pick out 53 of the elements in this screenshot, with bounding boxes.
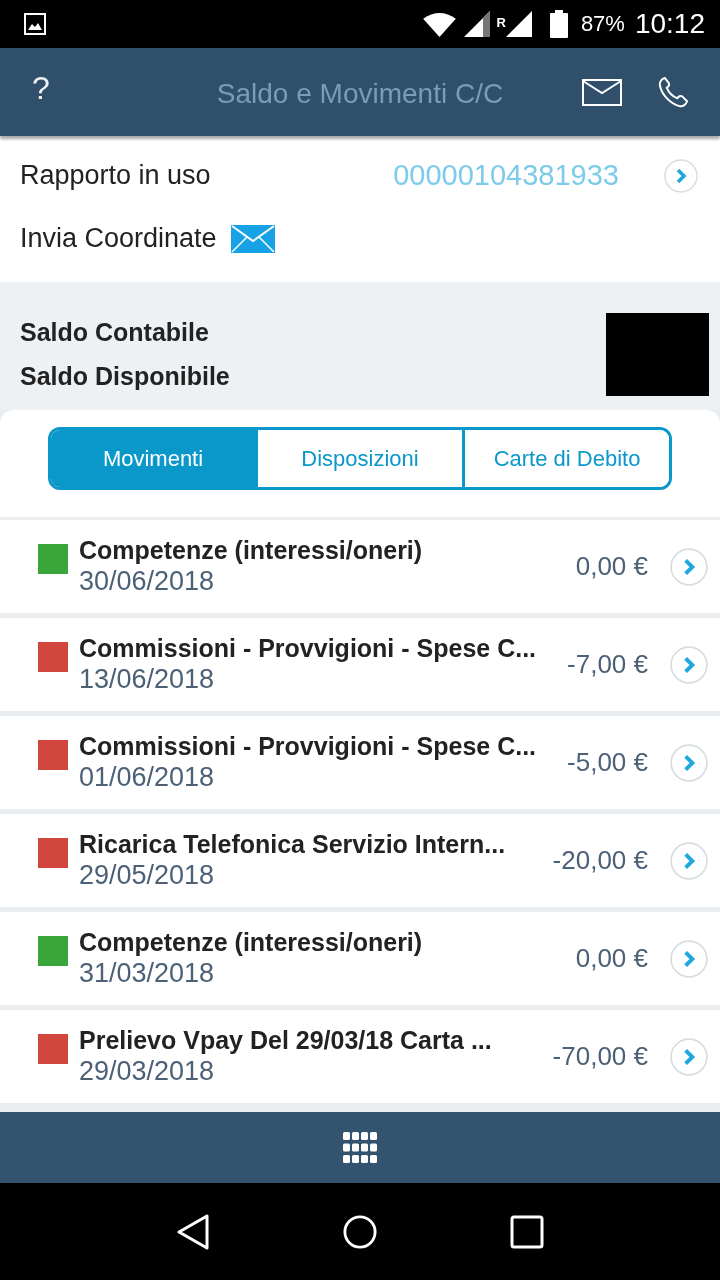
balance-label: Saldo Disponibile	[20, 361, 230, 392]
transaction-description: Ricarica Telefonica Servizio Intern...	[79, 829, 506, 859]
wifi-icon	[423, 11, 457, 37]
chevron-right-icon[interactable]	[670, 645, 708, 684]
screen-title: Saldo e Movimenti C/C	[216, 78, 504, 110]
transaction-amount: -5,00 €	[566, 747, 648, 778]
battery-percent: 87%	[580, 11, 625, 37]
send-details-label[interactable]: Invia Coordinate	[20, 223, 217, 254]
clock: 10:12	[634, 8, 705, 40]
account-number: 00000104381933	[393, 159, 619, 192]
chevron-right-icon[interactable]	[670, 743, 708, 782]
transaction-description: Prelievo Vpay Del 29/03/18 Carta ...	[79, 1025, 492, 1055]
transaction-amount: -20,00 €	[551, 845, 648, 876]
transaction-date: 29/05/2018	[79, 859, 216, 892]
help-button[interactable]: ?	[28, 72, 54, 104]
transaction-amount: 0,00 €	[574, 943, 648, 974]
chevron-right-icon[interactable]	[670, 1037, 708, 1076]
transaction-row[interactable]: Commissioni - Provvigioni - Spese C... 13/06/2018 -7,00 €	[0, 618, 720, 711]
transaction-row[interactable]: Commissioni - Provvigioni - Spese C... 01/06/2018 -5,00 €	[0, 716, 720, 809]
chevron-right-icon[interactable]	[670, 547, 708, 586]
transaction-date: 29/03/2018	[79, 1055, 216, 1088]
transaction-description: Commissioni - Provvigioni - Spese C...	[79, 633, 537, 663]
signal-icon	[505, 11, 532, 37]
chevron-right-icon[interactable]	[670, 939, 708, 978]
transaction-description: Competenze (interessi/oneri)	[79, 535, 423, 565]
transaction-amount: -7,00 €	[566, 649, 648, 680]
chevron-right-icon[interactable]	[664, 158, 698, 193]
nav-home-icon[interactable]	[343, 1213, 377, 1250]
transaction-row[interactable]: Prelievo Vpay Del 29/03/18 Carta ... 29/03/2018 -70,00 €	[0, 1010, 720, 1103]
mail-icon[interactable]	[582, 78, 622, 106]
battery-icon	[549, 10, 568, 38]
phone-icon[interactable]	[657, 75, 690, 109]
nav-back-icon[interactable]	[176, 1213, 211, 1250]
transaction-date: 31/03/2018	[79, 957, 216, 990]
nav-recents-icon[interactable]	[509, 1213, 544, 1250]
transaction-date: 13/06/2018	[79, 663, 216, 696]
account-label: Rapporto in uso	[20, 160, 211, 191]
envelope-icon[interactable]	[230, 224, 275, 253]
transaction-description: Competenze (interessi/oneri)	[79, 927, 423, 957]
roaming-label: R	[496, 16, 506, 30]
signal-icon	[464, 11, 491, 37]
transaction-row[interactable]: Ricarica Telefonica Servizio Intern... 29/05/2018 -20,00 €	[0, 814, 720, 907]
balance-label: Saldo Contabile	[20, 317, 210, 348]
transaction-amount: -70,00 €	[551, 1041, 648, 1072]
transaction-date: 01/06/2018	[79, 761, 216, 794]
grid-menu-icon[interactable]	[343, 1131, 377, 1164]
transaction-description: Commissioni - Provvigioni - Spese C...	[79, 731, 537, 761]
transaction-row[interactable]: Competenze (interessi/oneri) 30/06/2018 0,00 €	[0, 520, 720, 613]
image-icon	[24, 13, 46, 35]
transaction-row[interactable]: Competenze (interessi/oneri) 31/03/2018 0,00 €	[0, 912, 720, 1005]
transaction-amount: 0,00 €	[574, 551, 648, 582]
chevron-right-icon[interactable]	[670, 841, 708, 880]
transaction-date: 30/06/2018	[79, 565, 216, 598]
